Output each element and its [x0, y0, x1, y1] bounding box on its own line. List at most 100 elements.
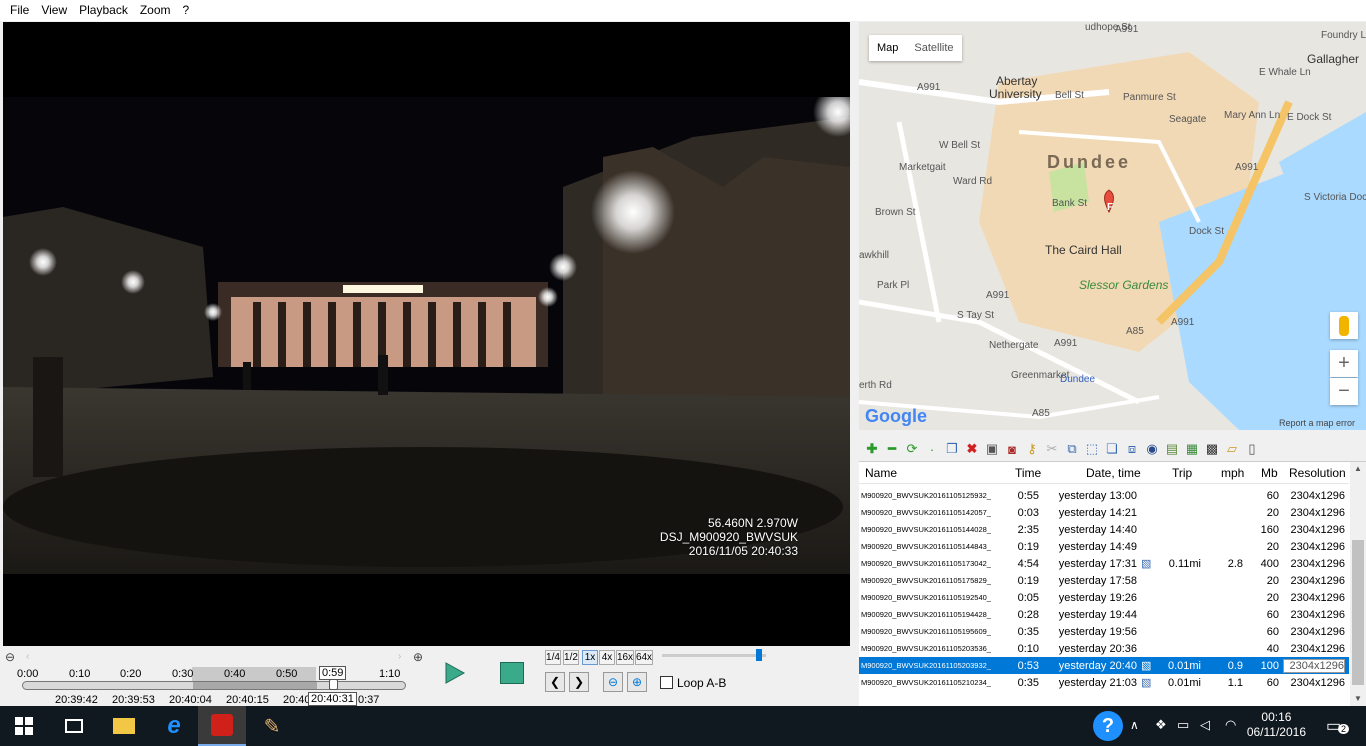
dropbox-icon[interactable]: ❖ [1155, 717, 1167, 733]
speed-4x[interactable]: 4x [599, 650, 615, 665]
speed-64x[interactable]: 64x [635, 650, 653, 665]
video-player[interactable]: 56.460N 2.970W DSJ_M900920_BWVSUK 2016/1… [3, 22, 850, 646]
stop-button[interactable] [500, 662, 524, 684]
task-view-button[interactable] [50, 706, 98, 746]
dashcam-viewer-button[interactable] [198, 706, 246, 746]
menu-playback[interactable]: Playback [73, 0, 134, 21]
header-mph[interactable]: mph [1221, 466, 1244, 480]
map-label-dock: Dock St [1189, 226, 1225, 237]
speed-half[interactable]: 1/2 [563, 650, 579, 665]
cell-time: 0:05 [1017, 591, 1039, 604]
header-resolution[interactable]: Resolution [1289, 466, 1346, 480]
prev-frame-button[interactable]: ❮ [545, 672, 565, 692]
map-report-link[interactable]: Report a map error [1279, 418, 1355, 428]
file-explorer-button[interactable] [100, 706, 148, 746]
table-row[interactable]: M900920_BWVSUK20161105125932_... 0:55 yest… [859, 487, 1349, 504]
map-label-perth: erth Rd [859, 380, 892, 391]
loop-label: Loop A-B [677, 676, 727, 690]
menu-file[interactable]: File [4, 0, 35, 21]
speed-16x[interactable]: 16x [616, 650, 634, 665]
cell-res: 2304x1296 [1290, 506, 1345, 519]
document-icon[interactable]: ▯ [1243, 440, 1261, 458]
header-mb[interactable]: Mb [1261, 466, 1278, 480]
loop-checkbox[interactable] [660, 676, 673, 689]
map[interactable]: F Map Satellite Abertay University Dunde… [859, 22, 1366, 430]
zoom-out-button[interactable]: ⊖ [603, 672, 623, 692]
table-row[interactable]: M900920_BWVSUK20161105210234_... 0:35 yest… [859, 674, 1349, 691]
play-button[interactable] [440, 660, 468, 686]
start-button[interactable] [0, 706, 48, 746]
wifi-icon[interactable]: ◠ [1225, 717, 1236, 733]
menu-zoom[interactable]: Zoom [134, 0, 177, 21]
save-icon[interactable]: ▣ [983, 440, 1001, 458]
header-time[interactable]: Time [1015, 466, 1041, 480]
layers-icon[interactable]: ❏ [1103, 440, 1121, 458]
table-row[interactable]: M900920_BWVSUK20161105144843_... 0:19 yest… [859, 538, 1349, 555]
timeline-track[interactable] [22, 679, 406, 690]
tray-expand-icon[interactable]: ∧ [1130, 718, 1139, 732]
timeline-scroll-right-icon[interactable]: › [398, 651, 401, 662]
menu-view[interactable]: View [35, 0, 73, 21]
street-view-pegman[interactable] [1330, 312, 1358, 339]
header-name[interactable]: Name [865, 466, 897, 480]
table-row[interactable]: M900920_BWVSUK20161105203932_... 0:53 yest… [859, 657, 1349, 674]
volume-slider[interactable] [662, 649, 766, 661]
table-row[interactable]: M900920_BWVSUK20161105142057_... 0:03 yest… [859, 504, 1349, 521]
paint-button[interactable]: ✎ [248, 706, 296, 746]
timeline-scroll-left-icon[interactable]: ‹ [26, 651, 29, 662]
header-date[interactable]: Date, time [1086, 466, 1141, 480]
cell-res: 2304x1296 [1290, 557, 1345, 570]
table-row[interactable]: M900920_BWVSUK20161105173042_... 4:54 yest… [859, 555, 1349, 572]
table-row[interactable]: M900920_BWVSUK20161105192540_... 0:05 yest… [859, 589, 1349, 606]
tray-clock[interactable]: 00:16 06/11/2016 [1247, 710, 1306, 740]
scroll-thumb[interactable] [1352, 540, 1364, 685]
film-icon[interactable]: ▩ [1203, 440, 1221, 458]
copy-icon[interactable]: ❐ [943, 440, 961, 458]
header-trip[interactable]: Trip [1172, 466, 1192, 480]
clock-label: 20:39:53 [112, 694, 155, 706]
list-scrollbar[interactable]: ▲ ▼ [1350, 462, 1366, 706]
chart-icon[interactable]: ▤ [1163, 440, 1181, 458]
table-row[interactable]: M900920_BWVSUK20161105175829_... 0:19 yest… [859, 572, 1349, 589]
action-center-button[interactable]: ▭ 2 [1326, 716, 1350, 736]
crop-icon[interactable]: ⬚ [1083, 440, 1101, 458]
battery-icon[interactable]: ▭ [1177, 717, 1189, 733]
key-icon[interactable]: ⚷ [1023, 440, 1041, 458]
refresh-icon[interactable]: ⟳ [903, 440, 921, 458]
next-frame-button[interactable]: ❯ [569, 672, 589, 692]
join-icon[interactable]: ⧈ [1123, 440, 1141, 458]
volume-mute-icon[interactable]: ◁ [1200, 717, 1210, 733]
timeline-handle[interactable] [329, 679, 338, 690]
folder-icon[interactable]: ▱ [1223, 440, 1241, 458]
delete-icon[interactable]: ✖ [963, 440, 981, 458]
map-zoom-out-button[interactable]: − [1330, 378, 1358, 405]
table-row[interactable]: M900920_BWVSUK20161105195609_... 0:35 yest… [859, 623, 1349, 640]
map-label-park: Park Pl [877, 280, 910, 291]
export-icon[interactable]: ▦ [1183, 440, 1201, 458]
cell-mb: 20 [1266, 506, 1279, 519]
volume-thumb[interactable] [756, 649, 762, 661]
zoom-in-button[interactable]: ⊕ [627, 672, 647, 692]
snapshot-icon[interactable]: ◙ [1003, 440, 1021, 458]
map-zoom-in-button[interactable]: + [1330, 350, 1358, 377]
speed-1x[interactable]: 1x [582, 650, 598, 665]
table-row[interactable]: M900920_BWVSUK20161105144028_... 2:35 yest… [859, 521, 1349, 538]
help-button[interactable]: ? [1093, 711, 1123, 741]
cut-icon[interactable]: ✂ [1043, 440, 1061, 458]
menu-help[interactable]: ? [177, 0, 196, 21]
cell-time: 0:53 [1017, 659, 1039, 672]
globe-icon[interactable]: ◉ [1143, 440, 1161, 458]
speed-quarter[interactable]: 1/4 [545, 650, 561, 665]
remove-icon[interactable]: ━ [883, 440, 901, 458]
scroll-up-icon[interactable]: ▲ [1354, 464, 1362, 473]
add-icon[interactable]: ✚ [863, 440, 881, 458]
internet-explorer-button[interactable]: e [150, 706, 198, 746]
zoom-out-timeline-icon[interactable]: ⊖ [5, 650, 15, 664]
zoom-in-timeline-icon[interactable]: ⊕ [413, 650, 423, 664]
table-row[interactable]: M900920_BWVSUK20161105194428_... 0:28 yest… [859, 606, 1349, 623]
import-icon[interactable]: ⧉ [1063, 440, 1081, 458]
scroll-down-icon[interactable]: ▼ [1354, 694, 1362, 703]
table-row[interactable]: M900920_BWVSUK20161105203536_... 0:10 yest… [859, 640, 1349, 657]
map-tab-map[interactable]: Map [869, 35, 906, 61]
map-tab-satellite[interactable]: Satellite [906, 35, 961, 61]
